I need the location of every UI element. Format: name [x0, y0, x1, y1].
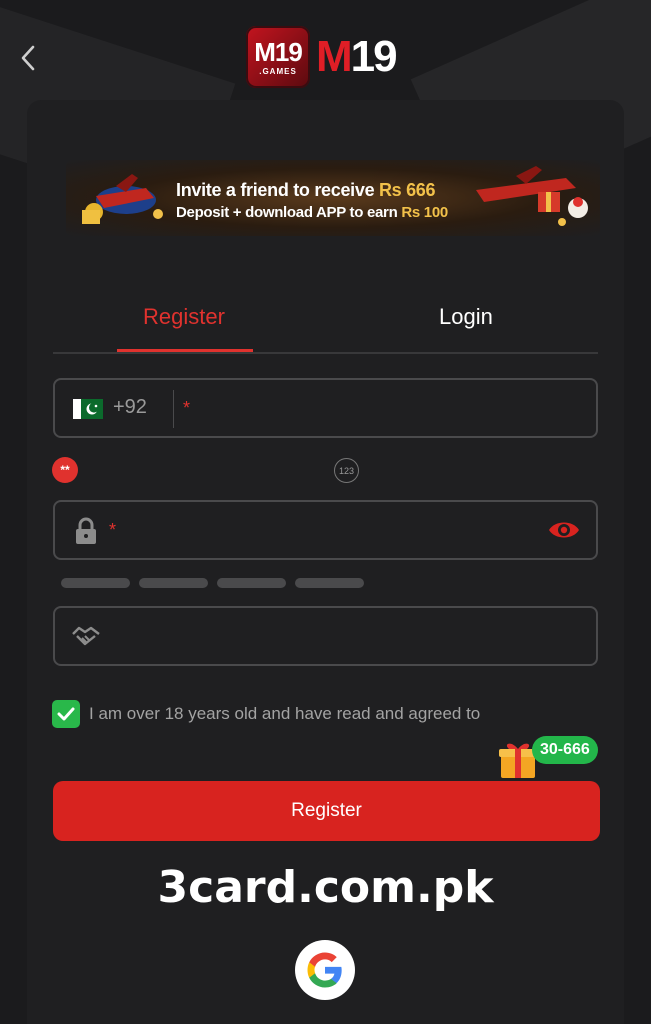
chevron-left-icon [21, 45, 35, 71]
logo-badge: M19 .GAMES [246, 26, 310, 88]
active-tab-indicator [117, 349, 253, 352]
banner-amount2: Rs 100 [401, 204, 448, 221]
strength-segment [61, 578, 130, 588]
phone-field[interactable]: +92 * [53, 378, 598, 438]
logo-badge-sub: .GAMES [259, 66, 297, 76]
plane-illustration-icon [82, 174, 163, 224]
lock-icon [76, 517, 96, 544]
logo-text-num: 19 [350, 32, 398, 81]
logo-badge-main: M19 [254, 36, 303, 67]
invite-code-field[interactable] [53, 606, 598, 666]
tab-register[interactable]: Register [143, 304, 225, 330]
header: M19 .GAMES M19 [0, 0, 651, 100]
age-agreement: I am over 18 years old and have read and… [52, 700, 480, 728]
strength-segment [295, 578, 364, 588]
auth-tabs: Register Login [53, 296, 598, 354]
check-icon [57, 707, 75, 721]
handshake-icon [72, 626, 100, 646]
agreement-checkbox[interactable] [52, 700, 80, 728]
google-icon [307, 952, 342, 988]
pakistan-flag-icon[interactable] [73, 399, 103, 419]
required-mark: * [183, 398, 191, 418]
promo-banner[interactable]: Invite a friend to receive Rs 666 Deposi… [66, 160, 600, 236]
required-mark: * [109, 520, 117, 540]
banner-amount1: Rs 666 [378, 180, 436, 200]
watermark-text: 3card.com.pk [157, 862, 494, 913]
strength-segment [217, 578, 286, 588]
banner-line1: Invite a friend to receive Rs 666 [176, 180, 436, 200]
tab-login[interactable]: Login [439, 304, 493, 330]
logo: M19 .GAMES M19 [246, 26, 398, 88]
banner-line2: Deposit + download APP to earn Rs 100 [176, 204, 448, 221]
password-field[interactable]: * [53, 500, 598, 560]
strength-segment [139, 578, 208, 588]
eye-icon[interactable] [547, 518, 581, 542]
register-button[interactable]: Register [53, 781, 600, 841]
back-button[interactable] [12, 38, 44, 78]
captcha-badge[interactable]: 123 [334, 458, 359, 483]
gift-reward-badge[interactable]: 30-666 [532, 736, 598, 764]
divider [173, 390, 174, 428]
agreement-text: I am over 18 years old and have read and… [89, 704, 481, 723]
airplane-gift-icon [476, 166, 588, 226]
country-code[interactable]: +92 [113, 396, 147, 419]
logo-text-m: M [316, 32, 353, 81]
google-login-button[interactable] [295, 940, 355, 1000]
error-badge: ** [52, 457, 78, 483]
password-strength-meter [61, 578, 364, 588]
logo-text: M19 [316, 32, 398, 82]
